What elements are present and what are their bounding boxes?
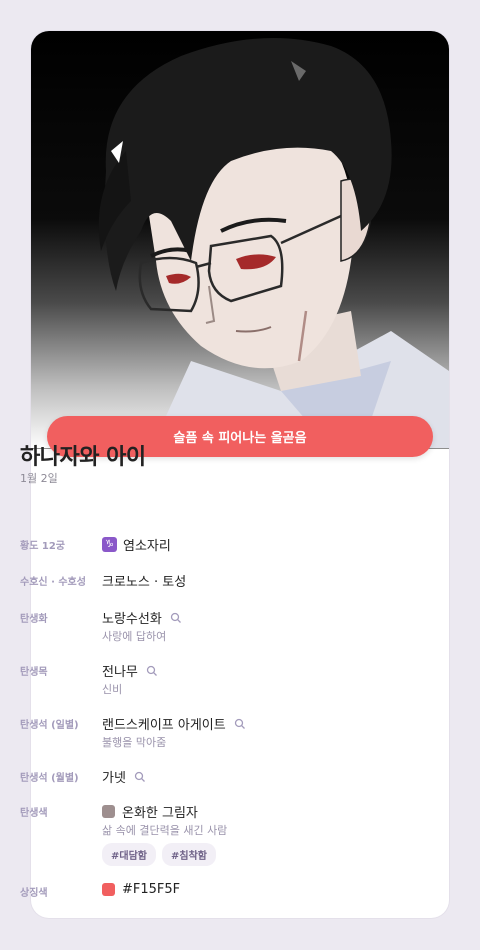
guardian-value: 크로노스 · 토성 xyxy=(102,575,187,590)
birth-stone-monthly-text: 가넷 xyxy=(102,771,126,786)
birth-color-tags: #대담함 #침착함 xyxy=(102,843,216,866)
birth-stone-monthly-label: 탄생석 (월별) xyxy=(20,773,79,784)
zodiac-label: 황도 12궁 xyxy=(20,541,65,552)
birth-tree-text: 전나무 xyxy=(102,665,138,680)
profile-card: 슬픔 속 피어나는 올곧음 xyxy=(31,31,449,918)
search-icon[interactable] xyxy=(234,718,246,730)
birth-tree-value: 전나무 xyxy=(102,661,158,680)
color-swatch xyxy=(102,883,115,896)
birth-tree-meaning: 신비 xyxy=(102,683,123,696)
birth-stone-daily-label: 탄생석 (일별) xyxy=(20,720,79,731)
guardian-label: 수호신 · 수호성 xyxy=(20,577,86,588)
search-icon[interactable] xyxy=(146,665,158,677)
symbol-color-value: #F15F5F xyxy=(102,882,180,897)
birth-stone-daily-meaning: 불행을 막아줌 xyxy=(102,736,167,749)
birth-tree-label: 탄생목 xyxy=(20,667,48,678)
birth-flower-label: 탄생화 xyxy=(20,614,48,625)
birth-stone-monthly-value: 가넷 xyxy=(102,767,146,786)
color-swatch xyxy=(102,805,115,818)
birth-color-label: 탄생색 xyxy=(20,808,48,819)
character-name: 하나자와 아이 xyxy=(20,445,146,470)
symbol-color-text: #F15F5F xyxy=(122,882,181,897)
birth-stone-daily-text: 랜드스케이프 아게이트 xyxy=(102,718,226,733)
zodiac-value: ♑ 염소자리 xyxy=(102,535,171,554)
birth-color-text: 온화한 그림자 xyxy=(122,806,198,821)
capricorn-icon: ♑ xyxy=(102,537,117,552)
birth-flower-text: 노랑수선화 xyxy=(102,612,162,627)
zodiac-text: 염소자리 xyxy=(123,539,171,554)
birth-color-meaning: 삶 속에 결단력을 새긴 사람 xyxy=(102,824,228,837)
character-portrait-image xyxy=(98,38,449,449)
search-icon[interactable] xyxy=(170,612,182,624)
birth-color-value: 온화한 그림자 xyxy=(102,802,198,821)
birth-stone-daily-value: 랜드스케이프 아게이트 xyxy=(102,714,246,733)
search-icon[interactable] xyxy=(134,771,146,783)
character-illustration xyxy=(31,31,449,449)
tag-chip[interactable]: #대담함 xyxy=(102,843,156,866)
birth-flower-value: 노랑수선화 xyxy=(102,608,182,627)
birth-flower-meaning: 사랑에 답하여 xyxy=(102,630,167,643)
tag-chip[interactable]: #침착함 xyxy=(161,843,216,866)
symbol-color-label: 상징색 xyxy=(20,888,48,899)
birth-date: 1월 2일 xyxy=(20,472,58,485)
